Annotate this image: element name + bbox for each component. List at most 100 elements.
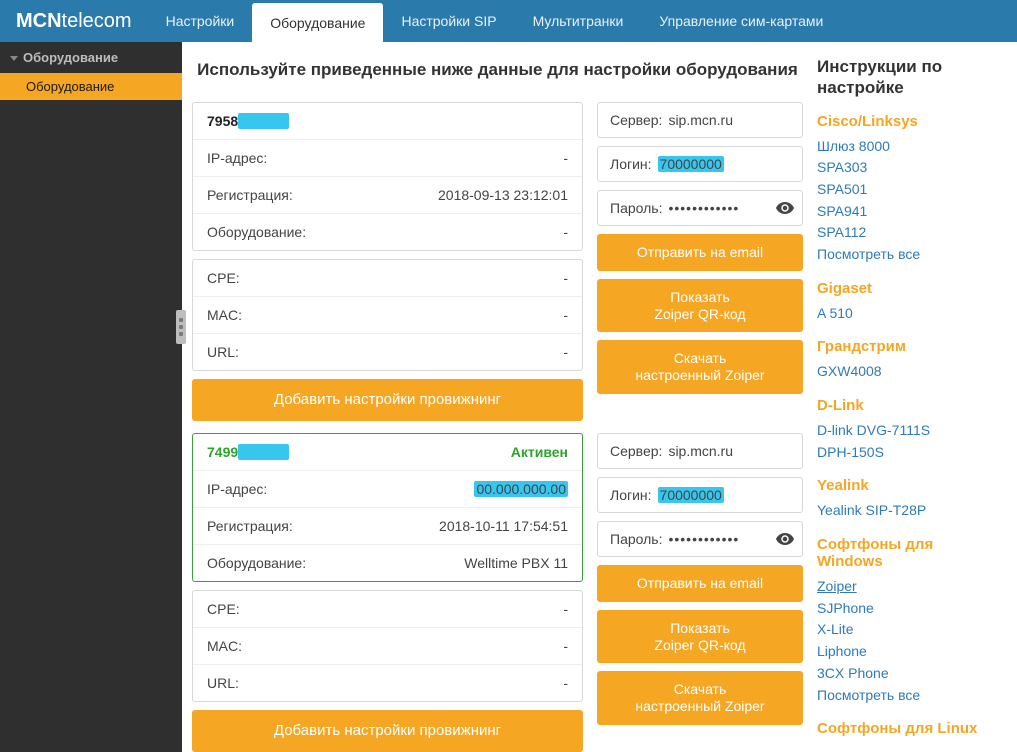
label-reg: Регистрация: bbox=[207, 187, 293, 203]
password-field[interactable]: Пароль: •••••••••••• bbox=[597, 190, 803, 226]
label-equip: Оборудование: bbox=[207, 224, 306, 240]
instructions-list: Yealink SIP-T28P bbox=[817, 500, 1003, 522]
add-provisioning-button[interactable]: Добавить настройки провижнинг bbox=[192, 710, 583, 752]
eye-icon[interactable] bbox=[776, 533, 794, 545]
device-panel: 7958000000 IP-адрес: - Регистрация: 2018… bbox=[192, 102, 583, 251]
instructions-heading: Софтфоны для Linux bbox=[817, 720, 1003, 737]
instructions-panel: Инструкции по настройке Cisco/LinksysШлю… bbox=[817, 54, 1003, 752]
label-url: URL: bbox=[207, 675, 239, 691]
instructions-heading: Gigaset bbox=[817, 280, 1003, 297]
provisioning-panel: CPE: - MAC: - URL: - bbox=[192, 259, 583, 371]
tab-sim[interactable]: Управление сим-картами bbox=[641, 0, 841, 42]
field-value-server: sip.mcn.ru bbox=[668, 112, 733, 128]
field-value-login: 70000000 bbox=[658, 487, 724, 503]
field-label-server: Сервер: bbox=[610, 443, 662, 459]
value-mac: - bbox=[563, 307, 568, 323]
topbar: MCNtelecom Настройки Оборудование Настро… bbox=[0, 0, 1017, 42]
send-email-button[interactable]: Отправить на email bbox=[597, 565, 803, 602]
instructions-title: Инструкции по настройке bbox=[817, 56, 1003, 99]
device-number-row: 7499000000 Активен bbox=[193, 434, 582, 470]
server-field[interactable]: Сервер: sip.mcn.ru bbox=[597, 102, 803, 138]
field-label-password: Пароль: bbox=[610, 531, 662, 547]
label-ip: IP-адрес: bbox=[207, 481, 267, 497]
instructions-list: A 510 bbox=[817, 303, 1003, 325]
instructions-heading: D-Link bbox=[817, 397, 1003, 414]
password-field[interactable]: Пароль: •••••••••••• bbox=[597, 521, 803, 557]
masked-text: 000000 bbox=[238, 113, 289, 129]
row-url: URL: - bbox=[193, 333, 582, 370]
field-value-password: •••••••••••• bbox=[668, 200, 739, 216]
value-equip: - bbox=[563, 224, 568, 240]
page-title: Используйте приведенные ниже данные для … bbox=[192, 60, 803, 80]
label-cpe: CPE: bbox=[207, 270, 240, 286]
tab-multitrunks[interactable]: Мультитранки bbox=[515, 0, 642, 42]
instructions-link[interactable]: Zoiper bbox=[817, 576, 1003, 598]
value-ip: - bbox=[563, 150, 568, 166]
sidebar-item-equipment[interactable]: Оборудование bbox=[0, 73, 182, 100]
show-qr-button[interactable]: Показать Zoiper QR-код bbox=[597, 279, 803, 333]
download-zoiper-button[interactable]: Скачать настроенный Zoiper bbox=[597, 671, 803, 725]
row-cpe: CPE: - bbox=[193, 260, 582, 296]
label-mac: MAC: bbox=[207, 307, 242, 323]
instructions-link[interactable]: SPA303 bbox=[817, 157, 1003, 179]
instructions-link[interactable]: GXW4008 bbox=[817, 361, 1003, 383]
login-field[interactable]: Логин: 70000000 bbox=[597, 477, 803, 513]
eye-icon[interactable] bbox=[776, 202, 794, 214]
field-label-login: Логин: bbox=[610, 487, 652, 503]
sidebar-resize-handle[interactable] bbox=[176, 310, 186, 344]
row-cpe: CPE: - bbox=[193, 591, 582, 627]
value-cpe: - bbox=[563, 270, 568, 286]
device-panel: 7499000000 Активен IP-адрес: 00.000.000.… bbox=[192, 433, 583, 582]
label-url: URL: bbox=[207, 344, 239, 360]
server-field[interactable]: Сервер: sip.mcn.ru bbox=[597, 433, 803, 469]
device-number: 7958000000 bbox=[207, 113, 289, 129]
row-registration: Регистрация: 2018-10-11 17:54:51 bbox=[193, 507, 582, 544]
instructions-link[interactable]: SJPhone bbox=[817, 598, 1003, 620]
instructions-heading: Грандстрим bbox=[817, 338, 1003, 355]
instructions-link[interactable]: SPA112 bbox=[817, 222, 1003, 244]
value-cpe: - bbox=[563, 601, 568, 617]
tab-sip[interactable]: Настройки SIP bbox=[383, 0, 514, 42]
instructions-link[interactable]: A 510 bbox=[817, 303, 1003, 325]
tab-equipment[interactable]: Оборудование bbox=[252, 3, 383, 42]
instructions-link[interactable]: Посмотреть все bbox=[817, 244, 1003, 266]
sidebar: Оборудование Оборудование bbox=[0, 42, 182, 752]
instructions-link[interactable]: DPH-150S bbox=[817, 442, 1003, 464]
device-status: Активен bbox=[511, 444, 568, 460]
label-mac: MAC: bbox=[207, 638, 242, 654]
instructions-link[interactable]: Шлюз 8000 bbox=[817, 136, 1003, 158]
download-zoiper-button[interactable]: Скачать настроенный Zoiper bbox=[597, 340, 803, 394]
field-value-server: sip.mcn.ru bbox=[668, 443, 733, 459]
row-equipment: Оборудование: Welltime PBX 11 bbox=[193, 544, 582, 581]
field-label-server: Сервер: bbox=[610, 112, 662, 128]
instructions-link[interactable]: 3CX Phone bbox=[817, 663, 1003, 685]
instructions-link[interactable]: Liphone bbox=[817, 641, 1003, 663]
device-number-row: 7958000000 bbox=[193, 103, 582, 139]
label-ip: IP-адрес: bbox=[207, 150, 267, 166]
add-provisioning-button[interactable]: Добавить настройки провижнинг bbox=[192, 379, 583, 421]
instructions-link[interactable]: Yealink SIP-T28P bbox=[817, 500, 1003, 522]
label-equip: Оборудование: bbox=[207, 555, 306, 571]
instructions-link[interactable]: SPA501 bbox=[817, 179, 1003, 201]
show-qr-button[interactable]: Показать Zoiper QR-код bbox=[597, 610, 803, 664]
instructions-list: ZoiperSJPhoneX-LiteLiphone3CX PhoneПосмо… bbox=[817, 576, 1003, 706]
value-url: - bbox=[563, 675, 568, 691]
device-block: 7499000000 Активен IP-адрес: 00.000.000.… bbox=[192, 433, 803, 752]
field-value-login: 70000000 bbox=[658, 156, 724, 172]
brand-bold: MCN bbox=[16, 10, 62, 33]
instructions-link[interactable]: SPA941 bbox=[817, 201, 1003, 223]
sidebar-group-equipment[interactable]: Оборудование bbox=[0, 42, 182, 71]
instructions-link[interactable]: X-Lite bbox=[817, 619, 1003, 641]
label-cpe: CPE: bbox=[207, 601, 240, 617]
row-equipment: Оборудование: - bbox=[193, 213, 582, 250]
chevron-down-icon bbox=[10, 56, 18, 61]
tab-settings[interactable]: Настройки bbox=[148, 0, 253, 42]
send-email-button[interactable]: Отправить на email bbox=[597, 234, 803, 271]
login-field[interactable]: Логин: 70000000 bbox=[597, 146, 803, 182]
instructions-link[interactable]: D-link DVG-7111S bbox=[817, 420, 1003, 442]
row-ip: IP-адрес: - bbox=[193, 139, 582, 176]
instructions-list: Шлюз 8000SPA303SPA501SPA941SPA112Посмотр… bbox=[817, 136, 1003, 266]
instructions-link[interactable]: Посмотреть все bbox=[817, 685, 1003, 707]
brand-thin: telecom bbox=[62, 10, 132, 33]
provisioning-panel: CPE: - MAC: - URL: - bbox=[192, 590, 583, 702]
